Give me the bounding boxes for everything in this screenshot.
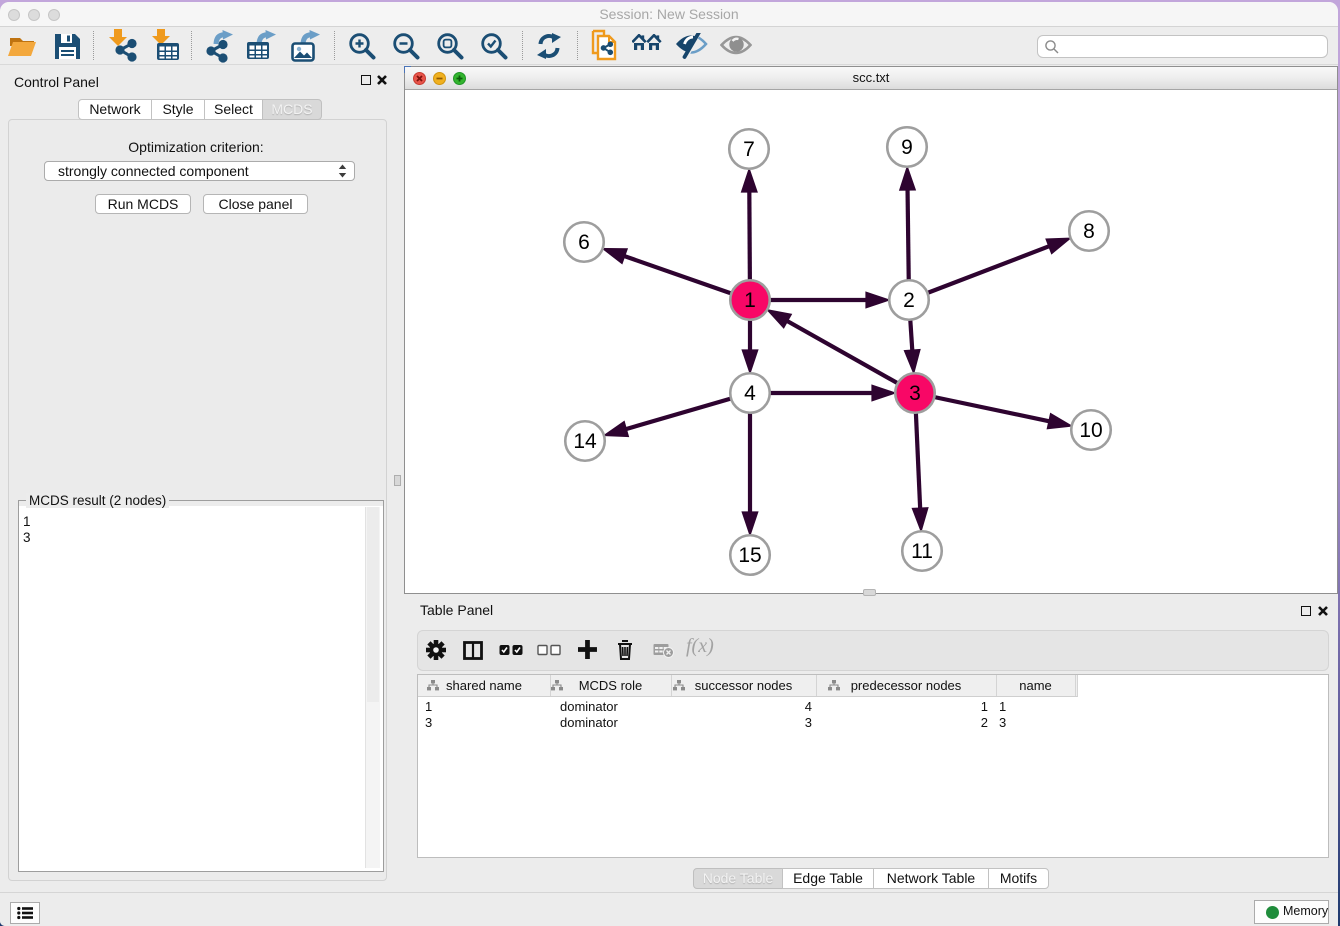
svg-text:1: 1 [744,289,756,312]
svg-text:14: 14 [573,430,597,453]
svg-text:7: 7 [743,138,755,161]
svg-text:4: 4 [744,382,756,405]
svg-text:10: 10 [1079,419,1102,442]
svg-text:2: 2 [903,289,915,312]
svg-text:9: 9 [901,136,913,159]
svg-text:8: 8 [1083,220,1095,243]
svg-text:3: 3 [909,382,921,405]
svg-text:15: 15 [738,544,761,567]
svg-text:6: 6 [578,231,590,254]
svg-text:11: 11 [911,540,933,563]
